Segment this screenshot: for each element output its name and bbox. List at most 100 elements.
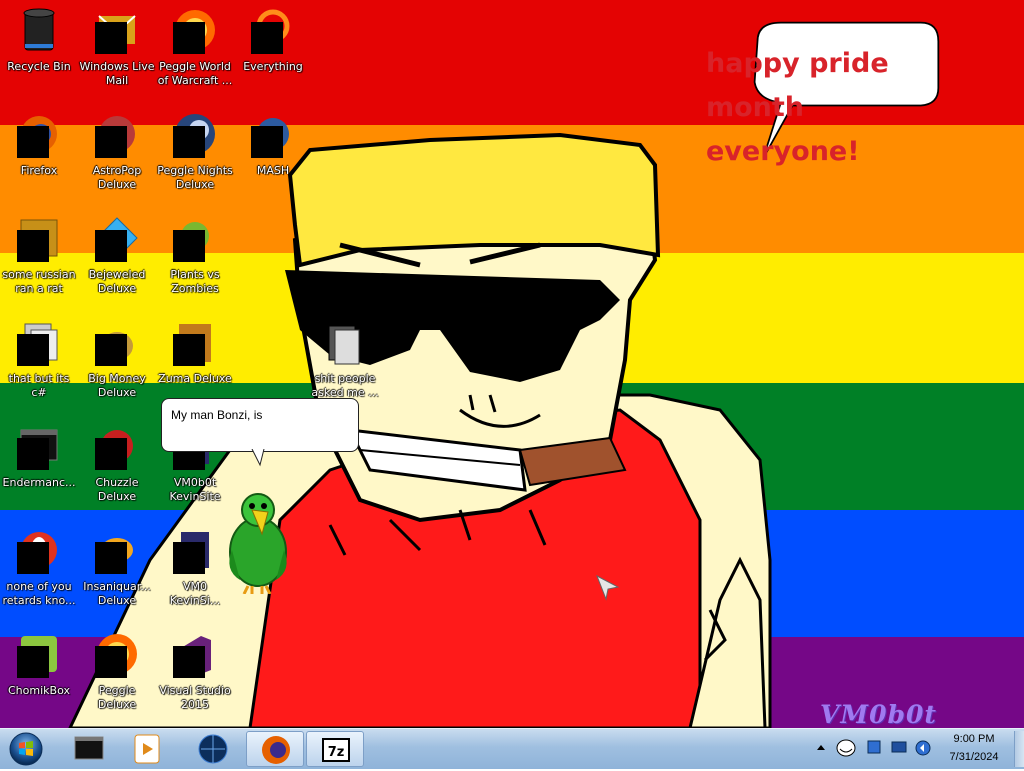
desktop-icon-label: Firefox [0,164,78,178]
desktop-icon-astropop-deluxe[interactable]: AstroPop Deluxe [78,106,156,206]
desktop-icon-mash[interactable]: MASH [234,106,312,206]
desktop-icon-recycle-bin[interactable]: Recycle Bin [0,2,78,102]
desktop-icon-label-line: Insaniquar... [83,580,151,593]
desktop-icon-label: Peggle World of Warcraft ... [156,60,234,88]
tray-network-icon[interactable] [866,739,882,757]
redaction-box [17,230,49,262]
desktop-icon-label: some russian ran a rat [0,268,78,296]
desktop-icon-label-line: Deluxe [97,386,137,399]
desktop-icon-visual-studio-2015[interactable]: Visual Studio 2015 [156,626,234,726]
desktop-icon-label: shit people asked me ... [306,372,384,400]
recycle-bin-icon [23,8,55,51]
desktop-icon-label-line: Chuzzle [95,476,139,489]
redaction-box [173,542,205,574]
desktop: happy pride month everyone! VM0b0t Recyc… [0,0,1024,728]
desktop-icon-label-line: Deluxe [175,178,215,191]
desktop-icon-label-line: Everything [243,60,303,73]
redaction-box [95,126,127,158]
desktop-icon-label-line: Zombies [171,282,219,295]
desktop-icon-peggle-deluxe[interactable]: Peggle Deluxe [78,626,156,726]
desktop-icon-label-line: Deluxe [97,178,137,191]
desktop-icon-label-line: Deluxe [97,594,137,607]
desktop-icon-label: Visual Studio 2015 [156,684,234,712]
desktop-icon-peggle-world-of-warcraft[interactable]: Peggle World of Warcraft ... [156,2,234,102]
bonzi-speech-bubble[interactable]: My man Bonzi, is [161,398,359,452]
redaction-box [173,334,205,366]
desktop-icon-label-line: Recycle Bin [7,60,71,73]
tray-volume-icon[interactable] [914,739,932,757]
desktop-icon-that-but-its-csharp[interactable]: that but its c# [0,314,78,414]
desktop-icon-bejeweled-deluxe[interactable]: Bejeweled Deluxe [78,210,156,310]
redaction-box [17,126,49,158]
desktop-icon-label-line: Zuma Deluxe [158,372,232,385]
taskbar-button-media-player[interactable] [118,731,176,767]
taskbar-button-firefox[interactable] [246,731,304,767]
desktop-icon-label-line: Peggle Deluxe [97,684,137,711]
desktop-icon-label-line: Windows Live [79,60,155,73]
folder-icon [328,325,360,365]
desktop-icon-none-of-you[interactable]: none of you retards kno... [0,522,78,622]
taskbar-button-browser-globe[interactable] [184,731,242,767]
clock-time[interactable]: 9:00 PM [934,733,1014,745]
redaction-box [95,22,127,54]
desktop-icon-label: Chuzzle Deluxe [78,476,156,504]
desktop-icon-label: Peggle Nights Deluxe [156,164,234,192]
desktop-icon-insaniquarium-deluxe[interactable]: Insaniquar... Deluxe [78,522,156,622]
desktop-icon-label-line: of Warcraft ... [157,74,233,87]
desktop-icon-label-line: shit people [314,372,376,385]
desktop-icon-chuzzle-deluxe[interactable]: Chuzzle Deluxe [78,418,156,518]
bonzi-parrot-character[interactable] [222,490,294,594]
desktop-icon-label-line: ran a rat [15,282,63,295]
desktop-icon-big-money-deluxe[interactable]: Big Money Deluxe [78,314,156,414]
redaction-box [17,646,49,678]
desktop-icon-some-russian-ran-a-rat[interactable]: esome russianran a rat [0,210,78,310]
redaction-box [95,438,127,470]
desktop-icon-label: Plants vs Zombies [156,268,234,296]
media-player-icon [134,734,160,764]
desktop-icon-label-line: MASH [256,164,290,177]
desktop-icon-peggle-nights-deluxe[interactable]: Peggle Nights Deluxe [156,106,234,206]
desktop-icon-label-line: Visual Studio [159,684,231,697]
redaction-box [95,646,127,678]
desktop-icon-label-line: Peggle Nights [157,164,233,177]
desktop-icon-label-line: that but its c# [8,372,70,399]
windows-orb-icon [9,732,43,766]
start-button[interactable] [4,731,48,767]
redaction-box [173,646,205,678]
tray-monitor-icon[interactable] [890,739,908,757]
speech-line-1: happy pride month [706,48,889,123]
svg-text:7z: 7z [328,745,345,760]
desktop-icon-label-line: Deluxe [97,490,137,503]
redaction-box [17,438,49,470]
redaction-box [173,230,205,262]
desktop-icon-label-line: Big Money [88,372,146,385]
desktop-icon-everything[interactable]: Everything [234,2,312,102]
desktop-icon-label-line: Endermanc... [2,476,76,489]
redaction-box [173,22,205,54]
clock-date[interactable]: 7/31/2024 [934,751,1014,763]
show-hidden-icons-arrow-icon[interactable] [816,743,826,753]
desktop-icon-label: Everything [234,60,312,74]
desktop-icon-label-line: Peggle World [159,60,231,73]
desktop-icon-windows-live-mail[interactable]: Windows Live Mail [78,2,156,102]
speech-line-2: everyone! [706,136,860,167]
redaction-box [95,334,127,366]
desktop-icon-chomikbox[interactable]: ChomikBox [0,626,78,726]
show-desktop-button[interactable] [1014,731,1024,767]
desktop-icon-plants-vs-zombies[interactable]: Plants vs Zombies [156,210,234,310]
desktop-icon-label: Zuma Deluxe [156,372,234,386]
bonzi-speech-text: My man Bonzi, is [171,408,263,422]
desktop-icon-label: MASH [234,164,312,178]
bonzi-bubble-tail [251,449,265,467]
tray-troll-face-icon[interactable] [836,739,856,757]
redaction-box [251,22,283,54]
desktop-icon-label-line: VM0b0t [173,476,217,489]
taskbar-button-cmd[interactable] [60,731,118,767]
redaction-box [251,126,283,158]
redaction-box [17,334,49,366]
taskbar-button-7zip[interactable]: 7z [306,731,364,767]
desktop-icon-endermanch[interactable]: Endermanc... [0,418,78,518]
desktop-icon-label-line: Bejeweled [88,268,146,281]
desktop-icon-firefox[interactable]: Firefox [0,106,78,206]
redaction-box [95,542,127,574]
